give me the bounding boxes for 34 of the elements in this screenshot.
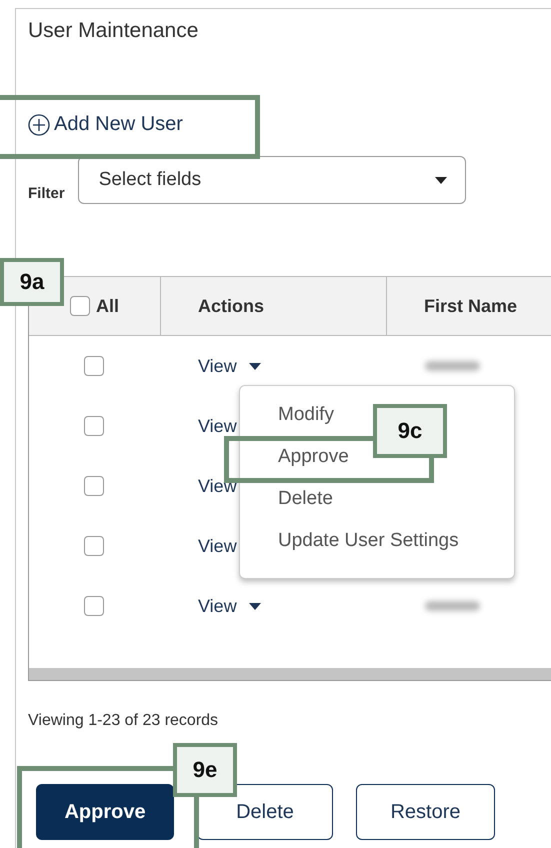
horizontal-scrollbar[interactable] <box>29 668 551 681</box>
step-callout: 9a <box>0 258 64 306</box>
step-callout: 9c <box>373 404 447 458</box>
action-button[interactable]: Approve <box>36 784 174 840</box>
action-button[interactable]: Delete <box>197 784 333 840</box>
menu-item[interactable]: Delete <box>278 484 333 514</box>
action-button[interactable]: Restore <box>356 784 495 840</box>
view-action-link[interactable]: View <box>161 476 237 496</box>
panel-title: User Maintenance <box>28 19 200 43</box>
menu-item[interactable]: Update User Settings <box>278 526 459 556</box>
add-new-user-link[interactable]: Add New User <box>28 113 183 136</box>
column-header: Actions <box>198 296 264 316</box>
step-callout: 9e <box>173 743 237 797</box>
view-action-link[interactable]: View <box>161 416 237 436</box>
caret-icon <box>248 602 261 610</box>
row-checkbox[interactable] <box>84 536 104 556</box>
records-count: Viewing 1-23 of 23 records <box>28 712 220 730</box>
row-checkbox[interactable] <box>84 596 104 616</box>
select-fields-dropdown[interactable]: Select fields <box>78 156 466 204</box>
row-checkbox[interactable] <box>84 356 104 376</box>
select-all-checkbox[interactable] <box>70 296 90 316</box>
column-header: First Name <box>424 296 518 316</box>
caret-icon <box>434 176 447 184</box>
menu-item[interactable]: Modify <box>278 400 334 430</box>
view-action-link[interactable]: View <box>161 356 261 376</box>
row-checkbox[interactable] <box>84 476 104 496</box>
caret-icon <box>248 362 261 370</box>
plus-circle-icon <box>28 114 50 136</box>
column-header: All <box>96 296 119 316</box>
view-action-link[interactable]: View <box>161 596 261 616</box>
filter-label: Filter <box>28 185 65 202</box>
row-checkbox[interactable] <box>84 416 104 436</box>
view-action-link[interactable]: View <box>161 536 237 556</box>
menu-item[interactable]: Approve <box>278 442 349 472</box>
